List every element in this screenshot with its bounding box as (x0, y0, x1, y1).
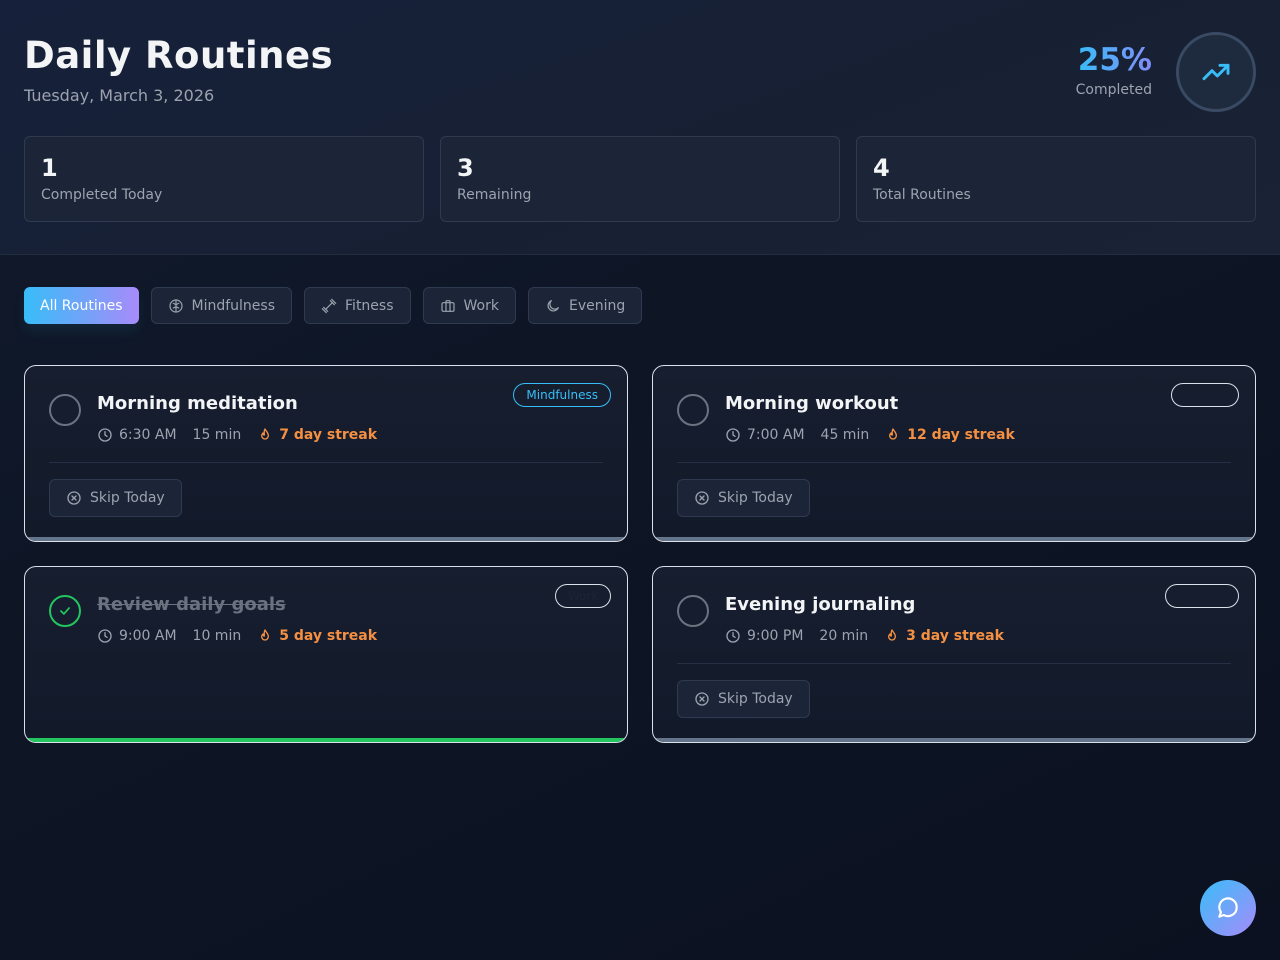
dumbbell-icon (321, 298, 337, 313)
category-tag (1165, 584, 1239, 608)
routine-streak: 12 day streak (907, 427, 1015, 443)
routine-progress-fill (25, 738, 627, 742)
skip-today-button[interactable]: Skip Today (49, 479, 182, 517)
check-icon (60, 607, 70, 615)
divider (677, 462, 1231, 463)
complete-checkbox[interactable] (49, 595, 81, 627)
flame-icon (889, 428, 898, 440)
stat-card-remaining: 3 Remaining (440, 136, 840, 222)
routine-meta: 9:00 AM 10 min 5 day streak (97, 628, 377, 644)
category-filters: All Routines Mindfulness Fitness Work Ev… (24, 287, 643, 324)
routine-card: Morning meditation 6:30 AM 15 min 7 day … (24, 365, 628, 542)
stat-value: 1 (41, 154, 58, 182)
moon-icon (547, 299, 559, 311)
filter-label: Evening (568, 297, 626, 314)
routine-progress-bar (653, 738, 1255, 742)
briefcase-icon (440, 299, 455, 312)
progress-ring (1176, 32, 1256, 112)
routine-title: Morning workout (725, 393, 899, 414)
filter-work[interactable]: Work (422, 287, 516, 324)
trending-up-icon (1202, 63, 1230, 81)
clock-icon (726, 428, 740, 442)
category-tag: Work (555, 584, 611, 608)
divider (677, 663, 1231, 664)
routine-card: Morning workout 7:00 AM 45 min 12 day st… (652, 365, 1256, 542)
skip-label: Skip Today (90, 490, 165, 506)
x-circle-icon (695, 692, 709, 706)
stat-value: 3 (457, 154, 474, 182)
routine-meta: 9:00 PM 20 min 3 day streak (725, 628, 1004, 644)
stat-card-completed: 1 Completed Today (24, 136, 424, 222)
skip-today-button[interactable]: Skip Today (677, 479, 810, 517)
complete-checkbox[interactable] (677, 394, 709, 426)
x-circle-icon (67, 491, 81, 505)
routine-time: 9:00 AM (119, 628, 177, 644)
skip-label: Skip Today (718, 691, 793, 707)
category-tag: Mindfulness (513, 383, 611, 407)
routine-progress-bar (25, 738, 627, 742)
filter-label: Fitness (345, 297, 394, 314)
filter-label: Mindfulness (191, 297, 276, 314)
stat-label: Completed Today (41, 187, 163, 203)
flame-icon (261, 629, 270, 641)
clock-icon (98, 428, 112, 442)
filter-evening[interactable]: Evening (527, 287, 643, 324)
routine-card: Review daily goals 9:00 AM 10 min 5 day … (24, 566, 628, 743)
routine-duration: 20 min (819, 628, 869, 644)
routine-duration: 45 min (820, 427, 870, 443)
routine-time: 9:00 PM (747, 628, 804, 644)
routine-duration: 10 min (192, 628, 242, 644)
routine-streak: 3 day streak (906, 628, 1004, 644)
routine-card: Evening journaling 9:00 PM 20 min 3 day … (652, 566, 1256, 743)
divider (49, 462, 603, 463)
progress-label: Completed (1075, 82, 1152, 98)
skip-label: Skip Today (718, 490, 793, 506)
routine-title: Evening journaling (725, 594, 916, 615)
filter-all-routines[interactable]: All Routines (24, 287, 139, 324)
chat-icon (1218, 897, 1238, 918)
stat-label: Remaining (457, 187, 532, 203)
page-title: Daily Routines (24, 34, 334, 77)
stat-value: 4 (873, 154, 890, 182)
progress-summary: 25% Completed (1076, 42, 1152, 98)
routine-duration: 15 min (192, 427, 242, 443)
stat-card-total: 4 Total Routines (856, 136, 1256, 222)
routine-progress-bar (653, 537, 1255, 541)
flame-icon (261, 428, 270, 440)
filter-mindfulness[interactable]: Mindfulness (150, 287, 293, 324)
routine-progress-bar (25, 537, 627, 541)
category-tag (1171, 383, 1239, 407)
routine-meta: 7:00 AM 45 min 12 day streak (725, 427, 1015, 443)
routine-time: 7:00 AM (747, 427, 805, 443)
clock-icon (726, 629, 740, 643)
x-circle-icon (695, 491, 709, 505)
flame-icon (888, 629, 897, 641)
routine-title: Morning meditation (97, 393, 298, 414)
stat-label: Total Routines (873, 187, 971, 203)
page-date: Tuesday, March 3, 2026 (24, 86, 215, 105)
complete-checkbox[interactable] (677, 595, 709, 627)
clock-icon (98, 629, 112, 643)
routine-time: 6:30 AM (119, 427, 177, 443)
filter-label: Work (463, 297, 499, 314)
header: Daily Routines Tuesday, March 3, 2026 25… (0, 0, 1280, 255)
routine-meta: 6:30 AM 15 min 7 day streak (97, 427, 377, 443)
skip-today-button[interactable]: Skip Today (677, 680, 810, 718)
routine-streak: 7 day streak (279, 427, 378, 443)
routine-streak: 5 day streak (279, 628, 378, 644)
brain-icon (168, 298, 183, 313)
filter-fitness[interactable]: Fitness (304, 287, 411, 324)
chat-button[interactable] (1200, 880, 1256, 936)
routine-title: Review daily goals (97, 594, 286, 615)
complete-checkbox[interactable] (49, 394, 81, 426)
progress-percent: 25% (1076, 42, 1152, 78)
filter-label: All Routines (40, 297, 123, 314)
